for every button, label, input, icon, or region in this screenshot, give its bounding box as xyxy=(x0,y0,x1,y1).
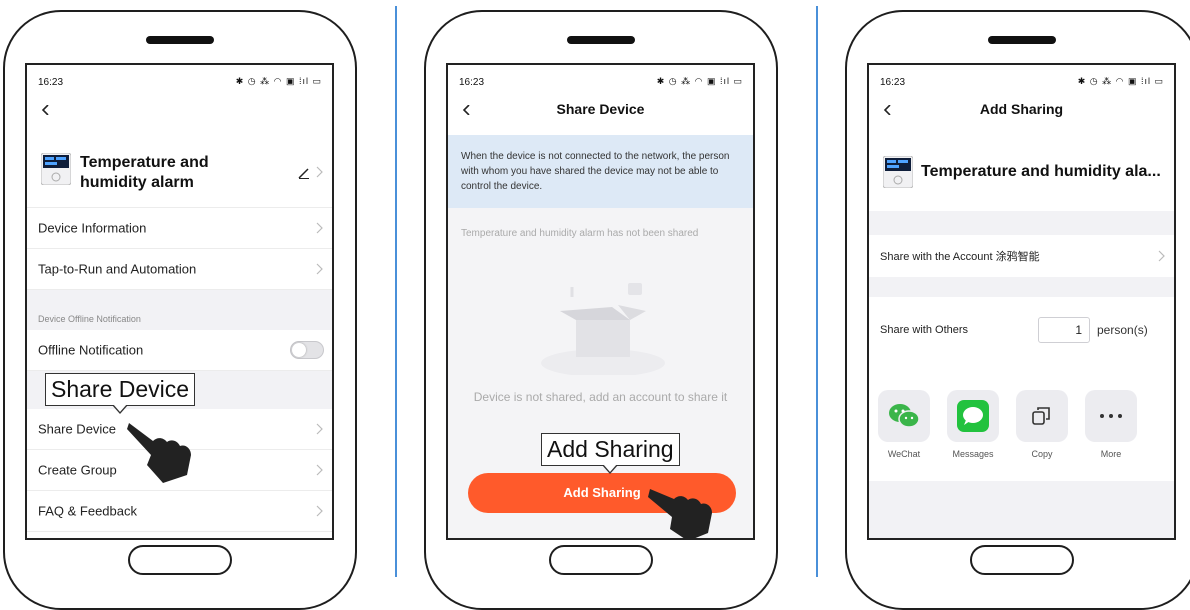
home-button xyxy=(970,545,1074,575)
row-label: Device Information xyxy=(38,220,147,236)
row-label: Offline Notification xyxy=(38,342,144,358)
share-with-others-row: Share with Others 1 person(s) xyxy=(869,297,1174,363)
row-label: Share with the Account 涂鸦智能 xyxy=(880,251,1040,263)
page-title: Share Device xyxy=(556,101,645,117)
toggle-knob xyxy=(292,343,306,357)
tap-to-run-row[interactable]: Tap-to-Run and Automation xyxy=(27,249,332,290)
device-settings-screen: 16:23 ✱ ◷ ⁂ ◠ ▣ ⁞ıl ▭ Temperature and hu… xyxy=(25,63,334,540)
chevron-right-icon xyxy=(316,423,323,435)
home-button xyxy=(549,545,653,575)
pointing-hand-icon xyxy=(127,423,191,483)
messages-share[interactable] xyxy=(947,390,999,442)
device-name: Temperature and humidity ala... xyxy=(921,163,1161,180)
person-count-input[interactable]: 1 xyxy=(1038,317,1090,343)
empty-box-illustration xyxy=(541,283,665,375)
chevron-right-icon xyxy=(316,166,323,178)
share-options: WeChat Messages Copy More xyxy=(869,363,1174,481)
panel-divider-2 xyxy=(816,6,818,577)
phone-speaker xyxy=(988,36,1056,44)
chevron-right-icon xyxy=(316,505,323,517)
device-name: Temperature and humidity alarm xyxy=(80,154,209,191)
copy-label: Copy xyxy=(1031,449,1053,459)
row-label: Tap-to-Run and Automation xyxy=(38,261,197,277)
chevron-right-icon xyxy=(316,464,323,476)
more-share[interactable] xyxy=(1085,390,1137,442)
status-bar: 16:23 ✱ ◷ ⁂ ◠ ▣ ⁞ıl ▭ xyxy=(869,65,1174,95)
count-unit: person(s) xyxy=(1097,323,1148,337)
offline-section-header: Device Offline Notification xyxy=(27,290,332,330)
share-device-screen: 16:23 ✱ ◷ ⁂ ◠ ▣ ⁞ıl ▭ Share Device When … xyxy=(446,63,755,540)
status-icons: ✱ ◷ ⁂ ◠ ▣ ⁞ıl ▭ xyxy=(1077,76,1164,86)
panel-divider-1 xyxy=(395,6,397,577)
offline-notification-row: Offline Notification xyxy=(27,330,332,371)
more-dots-icon xyxy=(1100,414,1122,418)
share-device-callout: Share Device xyxy=(45,373,196,414)
more-label: More xyxy=(1100,449,1122,459)
status-bar: 16:23 ✱ ◷ ⁂ ◠ ▣ ⁞ıl ▭ xyxy=(448,65,753,95)
row-label: FAQ & Feedback xyxy=(38,503,137,519)
wechat-label: WeChat xyxy=(887,449,921,459)
phone-speaker xyxy=(567,36,635,44)
count-wrap: 1 person(s) xyxy=(869,317,1174,343)
chevron-right-icon xyxy=(316,222,323,234)
status-icons: ✱ ◷ ⁂ ◠ ▣ ⁞ıl ▭ xyxy=(235,76,322,86)
back-arrow-icon[interactable] xyxy=(41,105,51,115)
row-label: Share Device xyxy=(38,421,117,437)
status-icons: ✱ ◷ ⁂ ◠ ▣ ⁞ıl ▭ xyxy=(656,76,743,86)
phone-2: 16:23 ✱ ◷ ⁂ ◠ ▣ ⁞ıl ▭ Share Device When … xyxy=(424,10,778,610)
share-with-account-row[interactable]: Share with the Account 涂鸦智能 xyxy=(869,235,1174,277)
phone-1: 16:23 ✱ ◷ ⁂ ◠ ▣ ⁞ıl ▭ Temperature and hu… xyxy=(3,10,357,610)
chevron-right-icon xyxy=(316,263,323,275)
messages-icon xyxy=(957,400,989,432)
status-bar: 16:23 ✱ ◷ ⁂ ◠ ▣ ⁞ıl ▭ xyxy=(27,65,332,95)
home-button xyxy=(128,545,232,575)
offline-notification-toggle[interactable] xyxy=(290,341,324,359)
edit-pencil-icon[interactable] xyxy=(298,167,310,179)
device-header: Temperature and humidity alarm xyxy=(27,137,332,208)
pointing-hand-icon xyxy=(648,489,712,538)
add-sharing-callout: Add Sharing xyxy=(541,433,680,474)
wechat-share[interactable] xyxy=(878,390,930,442)
messages-label: Messages xyxy=(952,449,994,459)
device-thumbnail-icon xyxy=(41,153,71,185)
device-thumbnail-icon xyxy=(883,156,913,188)
offline-notice: When the device is not connected to the … xyxy=(448,135,753,208)
wechat-icon xyxy=(889,404,920,428)
copy-icon xyxy=(1032,407,1050,425)
faq-feedback-row[interactable]: FAQ & Feedback xyxy=(27,491,332,532)
phone-3: 16:23 ✱ ◷ ⁂ ◠ ▣ ⁞ıl ▭ Add Sharing Temper… xyxy=(845,10,1190,610)
status-time: 16:23 xyxy=(880,77,906,88)
not-shared-text: Temperature and humidity alarm has not b… xyxy=(461,228,699,239)
add-sharing-screen: 16:23 ✱ ◷ ⁂ ◠ ▣ ⁞ıl ▭ Add Sharing Temper… xyxy=(867,63,1176,540)
empty-state-text: Device is not shared, add an account to … xyxy=(473,390,728,404)
notice-text: When the device is not connected to the … xyxy=(461,151,730,192)
phone-speaker xyxy=(146,36,214,44)
status-time: 16:23 xyxy=(38,77,64,88)
status-time: 16:23 xyxy=(459,77,485,88)
section-label: Device Offline Notification xyxy=(38,314,141,324)
chevron-right-icon xyxy=(1158,250,1165,262)
copy-share[interactable] xyxy=(1016,390,1068,442)
row-label: Create Group xyxy=(38,462,117,478)
device-information-row[interactable]: Device Information xyxy=(27,208,332,249)
page-title: Add Sharing xyxy=(979,101,1064,117)
